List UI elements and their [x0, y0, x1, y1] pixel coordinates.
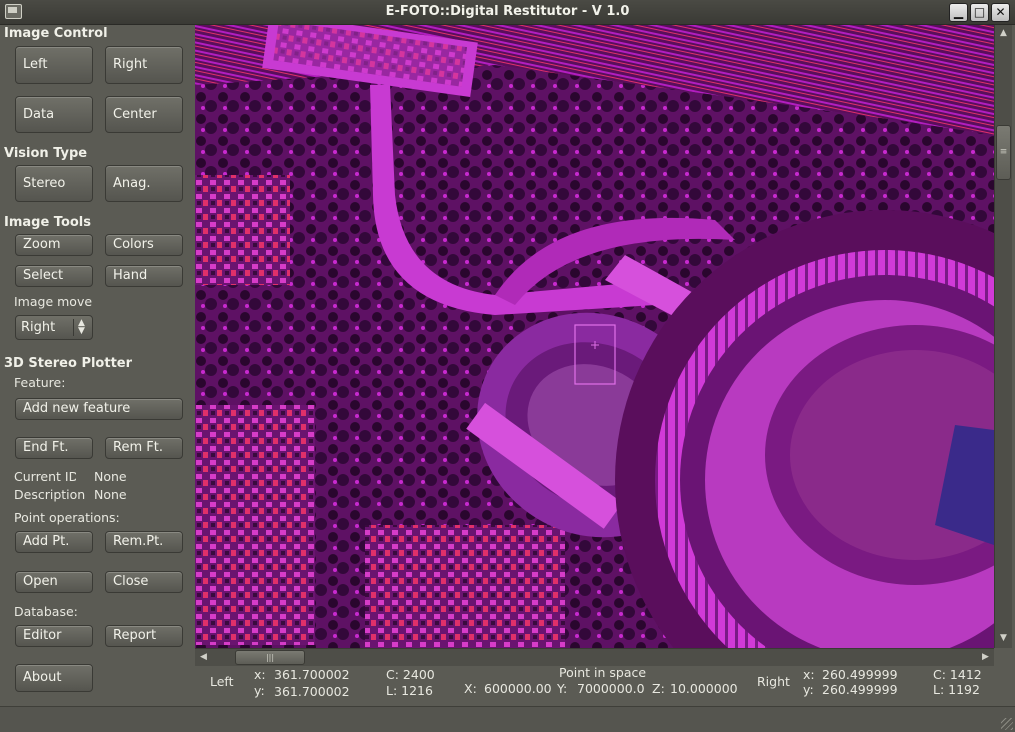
zoom-button[interactable]: Zoom — [15, 234, 93, 256]
center-button[interactable]: Center — [105, 96, 183, 133]
spin-arrows-icon: ▲ ▼ — [73, 319, 89, 336]
scroll-down-icon[interactable]: ▼ — [996, 631, 1011, 646]
vision-type-heading: Vision Type — [4, 146, 88, 161]
current-id-label: Current ID — [14, 469, 76, 484]
coordinates-bar: Left x: 361.700002 y: 361.700002 C: 2400… — [195, 665, 1015, 707]
current-id-value: None — [94, 469, 127, 484]
minimize-button[interactable]: ▁ — [949, 3, 968, 22]
right-line-value: L: 1192 — [933, 682, 980, 697]
remove-point-button[interactable]: Rem.Pt. — [105, 531, 183, 553]
right-y-value: 260.499999 — [822, 682, 898, 697]
left-image-button[interactable]: Left — [15, 46, 93, 84]
point-in-space-label: Point in space — [559, 665, 647, 680]
report-button[interactable]: Report — [105, 625, 183, 647]
point-operations-label: Point operations: — [14, 510, 120, 525]
add-new-feature-button[interactable]: Add new feature — [15, 398, 183, 420]
left-column-value: C: 2400 — [386, 667, 435, 682]
right-image-button[interactable]: Right — [105, 46, 183, 84]
horizontal-grip-icon: ||| — [265, 653, 275, 662]
right-column-value: C: 1412 — [933, 667, 982, 682]
description-label: Description — [14, 487, 85, 502]
close-button[interactable]: Close — [105, 571, 183, 593]
control-panel: Image Control Left Right Data Center Vis… — [0, 25, 193, 705]
left-y-value: 361.700002 — [274, 684, 350, 699]
anaglyph-aerial-image — [195, 25, 994, 648]
add-point-button[interactable]: Add Pt. — [15, 531, 93, 553]
title-bar: E-FOTO::Digital Restitutor - V 1.0 ▁ □ ✕ — [0, 0, 1015, 25]
left-image-label: Left — [210, 674, 234, 689]
image-move-select[interactable]: Right ▲ ▼ — [15, 315, 93, 340]
description-value: None — [94, 487, 127, 502]
vertical-scrollbar[interactable]: ▲ ≡ ▼ — [994, 25, 1012, 648]
scroll-up-icon[interactable]: ▲ — [996, 26, 1011, 41]
hand-button[interactable]: Hand — [105, 265, 183, 287]
anaglyph-button[interactable]: Anag. — [105, 165, 183, 202]
X-value: 600000.00 — [484, 681, 552, 696]
left-y-label: y: — [254, 683, 265, 698]
about-button[interactable]: About — [15, 664, 93, 692]
right-image-label: Right — [757, 674, 790, 689]
colors-button[interactable]: Colors — [105, 234, 183, 256]
Y-label: Y: — [557, 681, 568, 696]
right-x-label: x: — [803, 667, 815, 682]
horizontal-scrollbar[interactable]: ◀ ||| ▶ — [195, 648, 994, 666]
Z-label: Z: — [652, 681, 665, 696]
image-move-value: Right — [21, 320, 56, 335]
maximize-button[interactable]: □ — [970, 3, 989, 22]
Z-value: 10.000000 — [670, 681, 738, 696]
stereo-image-viewport[interactable] — [195, 25, 994, 648]
right-x-value: 260.499999 — [822, 667, 898, 682]
left-x-label: x: — [254, 667, 266, 682]
feature-label: Feature: — [14, 375, 66, 390]
image-tools-heading: Image Tools — [4, 215, 92, 230]
data-button[interactable]: Data — [15, 96, 93, 133]
editor-button[interactable]: Editor — [15, 625, 93, 647]
stereo-plotter-heading: 3D Stereo Plotter — [4, 356, 133, 371]
X-label: X: — [464, 681, 477, 696]
open-button[interactable]: Open — [15, 571, 93, 593]
database-label: Database: — [14, 604, 78, 619]
end-feature-button[interactable]: End Ft. — [15, 437, 93, 459]
left-x-value: 361.700002 — [274, 667, 350, 682]
stereo-button[interactable]: Stereo — [15, 165, 93, 202]
left-line-value: L: 1216 — [386, 683, 433, 698]
select-button[interactable]: Select — [15, 265, 93, 287]
vertical-grip-icon: ≡ — [999, 147, 1008, 157]
resize-grip-icon[interactable] — [1001, 718, 1013, 730]
image-move-label: Image move — [14, 294, 92, 309]
horizontal-scroll-thumb[interactable]: ||| — [235, 650, 305, 665]
image-control-heading: Image Control — [4, 26, 108, 41]
status-bar — [0, 706, 1015, 732]
vertical-scroll-thumb[interactable]: ≡ — [996, 125, 1011, 180]
window-title: E-FOTO::Digital Restitutor - V 1.0 — [385, 4, 630, 19]
close-window-button[interactable]: ✕ — [991, 3, 1010, 22]
right-y-label: y: — [803, 682, 814, 697]
remove-feature-button[interactable]: Rem Ft. — [105, 437, 183, 459]
scroll-right-icon[interactable]: ▶ — [978, 650, 993, 665]
scroll-left-icon[interactable]: ◀ — [196, 650, 211, 665]
Y-value: 7000000.0 — [577, 681, 645, 696]
